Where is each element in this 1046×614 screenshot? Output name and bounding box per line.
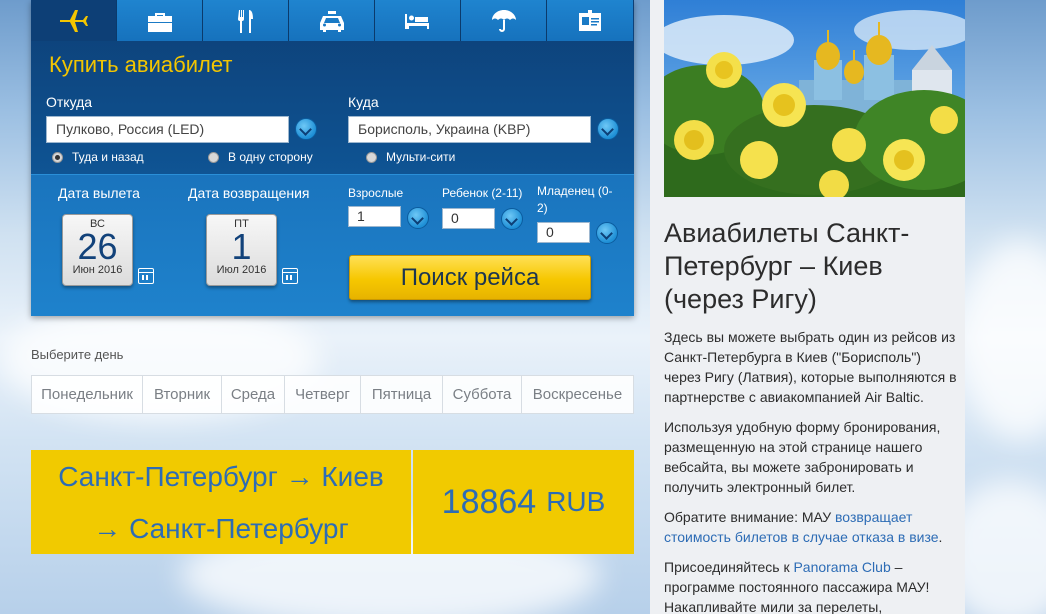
infant-label: Младенец (0- 2) xyxy=(537,183,613,217)
calendar-icon[interactable] xyxy=(138,268,154,284)
day-friday[interactable]: Пятница xyxy=(361,376,443,413)
infant-label-line: Младенец (0- xyxy=(537,184,613,198)
departure-label: Дата вылета xyxy=(58,185,140,201)
taxi-icon xyxy=(319,10,344,32)
panorama-club-link[interactable]: Panorama Club xyxy=(793,559,890,575)
calendar-icon[interactable] xyxy=(282,268,298,284)
article-paragraph: Присоединяйтесь к Panorama Club – програ… xyxy=(664,557,960,614)
tab-insurance[interactable] xyxy=(461,0,547,41)
paragraph-text: . xyxy=(938,529,943,545)
day-sunday[interactable]: Воскресенье xyxy=(522,376,633,413)
price-currency: RUB xyxy=(546,486,606,517)
booking-title: Купить авиабилет xyxy=(49,52,233,77)
hotel-bed-icon xyxy=(404,13,429,29)
tab-flights[interactable] xyxy=(31,0,117,41)
return-date-picker[interactable]: ПТ 1 Июл 2016 xyxy=(206,214,277,286)
weekday-selector: Понедельник Вторник Среда Четверг Пятниц… xyxy=(31,375,634,414)
article-paragraph: Используя удобную форму бронирования, ра… xyxy=(664,419,941,495)
infant-dropdown-button[interactable] xyxy=(596,222,618,244)
tab-hotels[interactable] xyxy=(375,0,461,41)
child-label: Ребенок (2-11) xyxy=(442,186,523,200)
radio-dot xyxy=(366,151,377,163)
from-dropdown-button[interactable] xyxy=(295,118,317,140)
article-title: Авиабилеты Санкт-Петербург – Киев (через… xyxy=(664,218,910,314)
day-wednesday[interactable]: Среда xyxy=(222,376,285,413)
day-tuesday[interactable]: Вторник xyxy=(143,376,222,413)
adults-dropdown-button[interactable] xyxy=(407,207,429,229)
day-saturday[interactable]: Суббота xyxy=(443,376,522,413)
day-monday[interactable]: Понедельник xyxy=(32,376,143,413)
price-box: 18864 RUB xyxy=(413,450,634,554)
cathedral-photo-image xyxy=(664,0,965,197)
restaurant-icon xyxy=(237,9,253,33)
paragraph-text: Присоединяйтесь к xyxy=(664,559,794,575)
radio-dot xyxy=(208,151,219,163)
article-paragraph: Обратите внимание: МАУ возвращает стоимо… xyxy=(664,507,960,547)
radio-label: Мульти-сити xyxy=(386,150,456,164)
departure-month: Июн 2016 xyxy=(72,264,123,276)
radio-multi-city[interactable]: Мульти-сити xyxy=(366,150,455,164)
search-flights-button[interactable]: Поиск рейса xyxy=(349,255,591,300)
id-card-icon xyxy=(579,9,601,31)
choose-day-label: Выберите день xyxy=(31,347,124,362)
umbrella-icon xyxy=(491,9,516,32)
booking-widget: Купить авиабилет Откуда Пулково, Россия … xyxy=(31,0,634,316)
radio-dot xyxy=(52,151,63,163)
infant-input[interactable]: 0 xyxy=(537,222,590,243)
from-input[interactable]: Пулково, Россия (LED) xyxy=(46,116,289,143)
adults-label: Взрослые xyxy=(348,186,404,200)
to-input[interactable]: Борисполь, Украина (KBP) xyxy=(348,116,591,143)
airplane-icon xyxy=(59,9,88,32)
tab-taxi[interactable] xyxy=(289,0,375,41)
departure-date-picker[interactable]: ВС 26 Июн 2016 xyxy=(62,214,133,286)
tab-restaurants[interactable] xyxy=(203,0,289,41)
to-dropdown-button[interactable] xyxy=(597,118,619,140)
paragraph-text: Обратите внимание: МАУ xyxy=(664,509,836,525)
tab-visa[interactable] xyxy=(547,0,633,41)
route-line: → Санкт-Петербург xyxy=(93,513,349,544)
suitcase-icon xyxy=(147,12,172,32)
route-text: Санкт-Петербург → Киев → Санкт-Петербург xyxy=(31,450,411,554)
radio-one-way[interactable]: В одну сторону xyxy=(208,150,313,164)
return-day: 1 xyxy=(231,226,252,267)
adults-input[interactable]: 1 xyxy=(348,206,401,227)
price-amount: 18864 xyxy=(441,482,537,521)
radio-label: В одну сторону xyxy=(228,150,313,164)
infant-label-line: 2) xyxy=(537,201,548,215)
child-dropdown-button[interactable] xyxy=(501,208,523,230)
departure-day: 26 xyxy=(77,226,118,267)
route-offer-card[interactable]: Санкт-Петербург → Киев → Санкт-Петербург… xyxy=(31,450,634,554)
return-month: Июл 2016 xyxy=(216,264,267,276)
service-tabs xyxy=(31,0,634,41)
to-label: Куда xyxy=(348,94,379,110)
article-paragraph: Здесь вы можете выбрать один из рейсов и… xyxy=(664,329,957,405)
tab-tours[interactable] xyxy=(117,0,203,41)
cloud-decoration xyxy=(960,240,1046,440)
day-thursday[interactable]: Четверг xyxy=(285,376,361,413)
route-line: Санкт-Петербург → Киев xyxy=(58,461,384,492)
cathedral-flowers-photo xyxy=(664,0,965,197)
radio-label: Туда и назад xyxy=(72,150,144,164)
child-input[interactable]: 0 xyxy=(442,208,495,229)
from-label: Откуда xyxy=(46,94,93,110)
article-column: Авиабилеты Санкт-Петербург – Киев (через… xyxy=(650,0,965,614)
radio-round-trip[interactable]: Туда и назад xyxy=(52,150,144,164)
return-label: Дата возвращения xyxy=(188,185,310,201)
